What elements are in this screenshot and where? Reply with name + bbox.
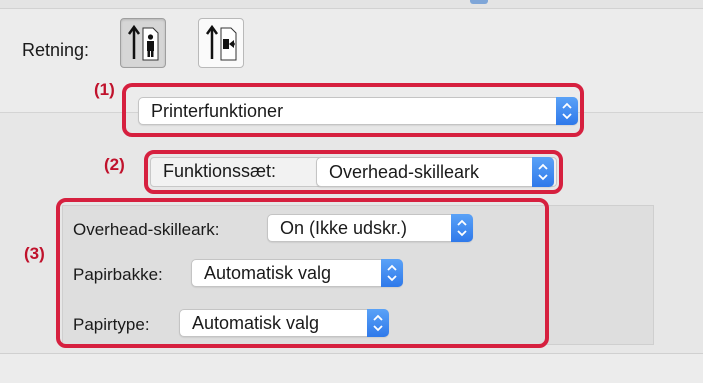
portrait-orientation-button[interactable]: [120, 18, 166, 68]
landscape-orientation-button[interactable]: [198, 18, 244, 68]
callout-2-label: (2): [104, 155, 125, 174]
top-accent: [470, 0, 488, 4]
landscape-orientation-icon: [205, 24, 237, 61]
callout-1-label: (1): [94, 80, 115, 99]
window-top-strip: [0, 0, 703, 9]
callout-1-frame: [122, 83, 584, 137]
bottom-area: [0, 354, 703, 383]
callout-3-frame: [56, 198, 549, 348]
callout-2-frame: [144, 150, 563, 194]
orientation-label: Retning:: [22, 40, 90, 60]
callout-3-label: (3): [24, 244, 45, 263]
portrait-orientation-icon: [127, 24, 159, 61]
